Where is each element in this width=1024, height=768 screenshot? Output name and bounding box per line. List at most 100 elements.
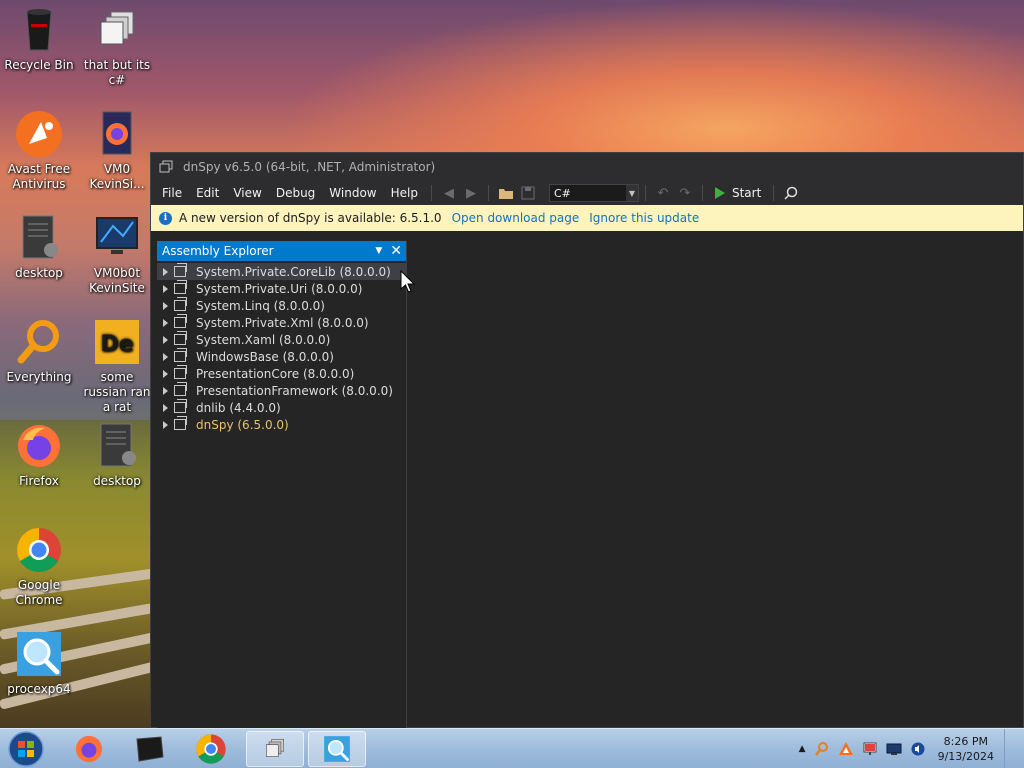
tree-item-system-private-uri[interactable]: System.Private.Uri (8.0.0.0) bbox=[157, 280, 406, 297]
desktop-icon-desktop-1[interactable]: desktop bbox=[0, 214, 78, 281]
start-button[interactable] bbox=[2, 731, 50, 767]
ignore-update-link[interactable]: Ignore this update bbox=[589, 211, 699, 225]
menu-view[interactable]: View bbox=[226, 181, 268, 205]
start-debug-button[interactable]: Start bbox=[709, 186, 767, 200]
taskbar-procexp[interactable] bbox=[308, 731, 366, 767]
toolbar-separator bbox=[487, 185, 489, 201]
network-icon[interactable] bbox=[886, 741, 902, 757]
open-folder-icon[interactable] bbox=[495, 182, 517, 204]
desktop-icon-avast[interactable]: Avast Free Antivirus bbox=[0, 110, 78, 192]
assembly-icon bbox=[174, 331, 187, 345]
expand-arrow-icon[interactable] bbox=[163, 318, 168, 327]
menu-file[interactable]: File bbox=[155, 181, 189, 205]
tree-item-system-xaml[interactable]: System.Xaml (8.0.0.0) bbox=[157, 331, 406, 348]
expand-arrow-icon[interactable] bbox=[163, 369, 168, 378]
window-title: dnSpy v6.5.0 (64-bit, .NET, Administrato… bbox=[183, 160, 436, 174]
info-icon: i bbox=[159, 211, 172, 225]
desktop-icon-firefox[interactable]: Firefox bbox=[0, 422, 78, 489]
everything-tray-icon[interactable] bbox=[814, 741, 830, 757]
avast-tray-icon[interactable] bbox=[838, 741, 854, 757]
desktop-file-icon bbox=[93, 422, 141, 470]
open-download-page-link[interactable]: Open download page bbox=[452, 211, 580, 225]
navigate-forward-icon[interactable]: ▶ bbox=[460, 182, 482, 204]
tree-item-system-private-corelib[interactable]: System.Private.CoreLib (8.0.0.0) bbox=[157, 263, 406, 280]
chevron-down-icon[interactable]: ▼ bbox=[375, 246, 382, 256]
assembly-icon bbox=[174, 280, 187, 294]
start-label: Start bbox=[731, 186, 762, 200]
expand-arrow-icon[interactable] bbox=[163, 335, 168, 344]
everything-search-icon bbox=[15, 318, 63, 366]
tree-item-dnspy[interactable]: dnSpy (6.5.0.0) bbox=[157, 416, 406, 433]
desktop-icon-vm0b0t[interactable]: VM0b0t KevinSite bbox=[78, 214, 156, 296]
assembly-icon bbox=[174, 297, 187, 311]
language-select[interactable]: C# ▼ bbox=[548, 184, 639, 202]
menu-help[interactable]: Help bbox=[384, 181, 425, 205]
clock-date: 9/13/2024 bbox=[937, 750, 994, 763]
desktop-icon-vm0-kevinsite[interactable]: VM0 KevinSi... bbox=[78, 110, 156, 192]
tree-item-windowsbase[interactable]: WindowsBase (8.0.0.0) bbox=[157, 348, 406, 365]
dnspy-app-icon bbox=[159, 160, 173, 174]
firefox-file-icon bbox=[93, 110, 141, 158]
assembly-explorer-header[interactable]: Assembly Explorer ▼ ✕ bbox=[157, 241, 406, 261]
assembly-label: System.Private.CoreLib (8.0.0.0) bbox=[196, 264, 391, 279]
desktop-icon-desktop-2[interactable]: desktop bbox=[78, 422, 156, 489]
taskbar-dnspy[interactable] bbox=[246, 731, 304, 767]
tree-item-dnlib[interactable]: dnlib (4.4.0.0) bbox=[157, 399, 406, 416]
tray-expand-icon[interactable]: ▲ bbox=[799, 744, 806, 754]
redo-icon[interactable]: ↷ bbox=[674, 182, 696, 204]
desktop-icon-recycle-bin[interactable]: Recycle Bin bbox=[0, 6, 78, 73]
tree-item-system-linq[interactable]: System.Linq (8.0.0.0) bbox=[157, 297, 406, 314]
flag-tray-icon[interactable] bbox=[862, 741, 878, 757]
assembly-explorer-title: Assembly Explorer bbox=[162, 244, 274, 258]
taskbar-firefox[interactable] bbox=[60, 731, 118, 767]
menu-window[interactable]: Window bbox=[322, 181, 383, 205]
language-select-value: C# bbox=[553, 186, 571, 200]
close-icon[interactable]: ✕ bbox=[390, 243, 402, 259]
taskbar-chrome[interactable] bbox=[182, 731, 240, 767]
tree-item-system-private-xml[interactable]: System.Private.Xml (8.0.0.0) bbox=[157, 314, 406, 331]
expand-arrow-icon[interactable] bbox=[163, 267, 168, 276]
expand-arrow-icon[interactable] bbox=[163, 284, 168, 293]
toolbar-separator bbox=[430, 185, 432, 201]
expand-arrow-icon[interactable] bbox=[163, 420, 168, 429]
assembly-label: PresentationCore (8.0.0.0) bbox=[196, 366, 355, 381]
search-icon[interactable] bbox=[780, 182, 802, 204]
copy-windows-icon bbox=[93, 6, 141, 54]
expand-arrow-icon[interactable] bbox=[163, 386, 168, 395]
desktop-icon-google-chrome[interactable]: Google Chrome bbox=[0, 526, 78, 608]
navigate-back-icon[interactable]: ◀ bbox=[438, 182, 460, 204]
recycle-bin-icon bbox=[15, 6, 63, 54]
assembly-label: WindowsBase (8.0.0.0) bbox=[196, 349, 334, 364]
assembly-icon bbox=[174, 263, 187, 277]
toolbar-separator bbox=[644, 185, 646, 201]
volume-icon[interactable] bbox=[910, 741, 926, 757]
expand-arrow-icon[interactable] bbox=[163, 301, 168, 310]
assembly-label: dnlib (4.4.0.0) bbox=[196, 400, 281, 415]
undo-icon[interactable]: ↶ bbox=[652, 182, 674, 204]
toolbar-separator bbox=[701, 185, 703, 201]
assembly-label: System.Private.Xml (8.0.0.0) bbox=[196, 315, 369, 330]
de-app-icon: De bbox=[93, 318, 141, 366]
desktop-icon-everything[interactable]: Everything bbox=[0, 318, 78, 385]
menu-debug[interactable]: Debug bbox=[269, 181, 322, 205]
expand-arrow-icon[interactable] bbox=[163, 403, 168, 412]
clock-time: 8:26 PM bbox=[943, 735, 988, 748]
play-icon bbox=[714, 187, 725, 199]
expand-arrow-icon[interactable] bbox=[163, 352, 168, 361]
tree-item-presentationframework[interactable]: PresentationFramework (8.0.0.0) bbox=[157, 382, 406, 399]
desktop-icon-that-but-its-csharp[interactable]: that but its c# bbox=[78, 6, 156, 88]
desktop-icon-some-russian-ran-a-rat[interactable]: De some russian ran a rat bbox=[78, 318, 156, 415]
tree-item-presentationcore[interactable]: PresentationCore (8.0.0.0) bbox=[157, 365, 406, 382]
dnspy-window[interactable]: dnSpy v6.5.0 (64-bit, .NET, Administrato… bbox=[150, 152, 1024, 729]
assembly-icon bbox=[174, 365, 187, 379]
menu-edit[interactable]: Edit bbox=[189, 181, 226, 205]
show-desktop-button[interactable] bbox=[1004, 729, 1018, 768]
taskbar-terminal[interactable] bbox=[120, 731, 178, 767]
taskbar-clock[interactable]: 8:26 PM 9/13/2024 bbox=[938, 734, 994, 764]
monitor-icon bbox=[93, 214, 141, 262]
assembly-icon bbox=[174, 399, 187, 413]
assembly-explorer-panel: Assembly Explorer ▼ ✕ System.Private.Cor… bbox=[157, 241, 407, 729]
save-all-icon[interactable] bbox=[517, 182, 539, 204]
window-titlebar[interactable]: dnSpy v6.5.0 (64-bit, .NET, Administrato… bbox=[151, 153, 1023, 181]
desktop-icon-procexp64[interactable]: procexp64 bbox=[0, 630, 78, 697]
